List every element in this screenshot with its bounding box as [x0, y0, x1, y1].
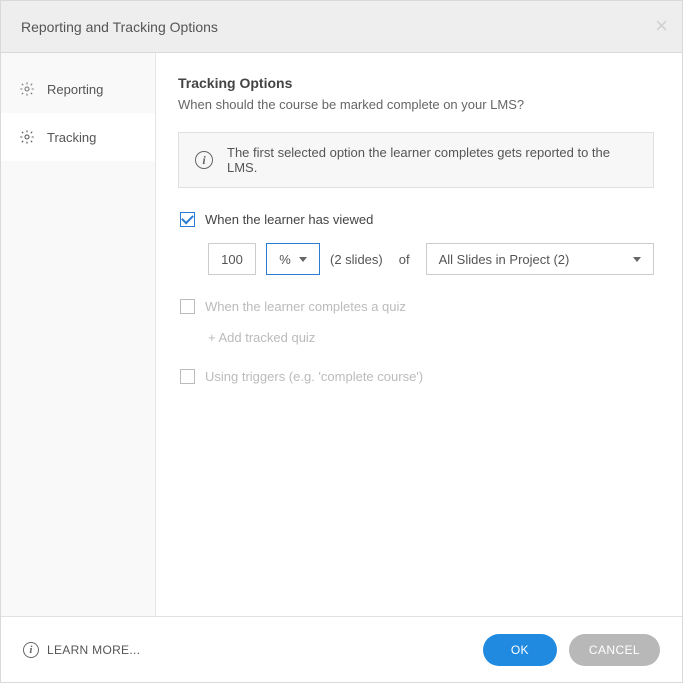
slide-count-label: (2 slides): [330, 252, 383, 267]
content-pane: Tracking Options When should the course …: [156, 53, 682, 616]
sidebar-item-tracking[interactable]: Tracking: [1, 113, 155, 161]
sidebar-item-label: Reporting: [47, 82, 103, 97]
ok-button[interactable]: OK: [483, 634, 557, 666]
sidebar-item-label: Tracking: [47, 130, 96, 145]
learn-more-link[interactable]: i LEARN MORE...: [23, 642, 140, 658]
sidebar: Reporting Tracking: [1, 53, 156, 616]
add-tracked-quiz[interactable]: + Add tracked quiz: [208, 330, 654, 345]
of-label: of: [399, 252, 410, 267]
gear-icon: [19, 129, 35, 145]
option-viewed-label: When the learner has viewed: [205, 212, 373, 227]
option-viewed: When the learner has viewed 100 % (2 sli…: [178, 212, 654, 275]
viewed-controls: 100 % (2 slides) of All Slides in Projec…: [208, 243, 654, 275]
dialog-title: Reporting and Tracking Options: [21, 19, 218, 35]
option-triggers-row[interactable]: Using triggers (e.g. 'complete course'): [180, 369, 654, 384]
gear-icon: [19, 81, 35, 97]
info-icon: i: [23, 642, 39, 658]
option-quiz-row[interactable]: When the learner completes a quiz: [180, 299, 654, 314]
cancel-button[interactable]: CANCEL: [569, 634, 660, 666]
sidebar-item-reporting[interactable]: Reporting: [1, 65, 155, 113]
option-triggers-label: Using triggers (e.g. 'complete course'): [205, 369, 423, 384]
info-icon: i: [195, 151, 213, 169]
checkbox-quiz[interactable]: [180, 299, 195, 314]
dialog-footer: i LEARN MORE... OK CANCEL: [1, 616, 682, 682]
chevron-down-icon: [299, 257, 307, 262]
section-subhead: When should the course be marked complet…: [178, 97, 654, 112]
option-viewed-row[interactable]: When the learner has viewed: [180, 212, 654, 227]
titlebar: Reporting and Tracking Options ×: [1, 1, 682, 53]
dialog-window: Reporting and Tracking Options × Reporti…: [0, 0, 683, 683]
learn-more-label: LEARN MORE...: [47, 643, 140, 657]
percent-input[interactable]: 100: [208, 243, 256, 275]
checkbox-viewed[interactable]: [180, 212, 195, 227]
info-banner: i The first selected option the learner …: [178, 132, 654, 188]
section-heading: Tracking Options: [178, 75, 654, 91]
option-quiz: When the learner completes a quiz + Add …: [178, 299, 654, 345]
info-text: The first selected option the learner co…: [227, 145, 637, 175]
scope-select[interactable]: All Slides in Project (2): [426, 243, 654, 275]
dialog-body: Reporting Tracking Tracking Options When…: [1, 53, 682, 616]
percent-unit-label: %: [279, 252, 291, 267]
close-icon[interactable]: ×: [655, 15, 668, 37]
scope-label: All Slides in Project (2): [439, 252, 570, 267]
option-triggers: Using triggers (e.g. 'complete course'): [178, 369, 654, 384]
chevron-down-icon: [633, 257, 641, 262]
option-quiz-label: When the learner completes a quiz: [205, 299, 406, 314]
percent-unit-select[interactable]: %: [266, 243, 320, 275]
checkbox-triggers[interactable]: [180, 369, 195, 384]
